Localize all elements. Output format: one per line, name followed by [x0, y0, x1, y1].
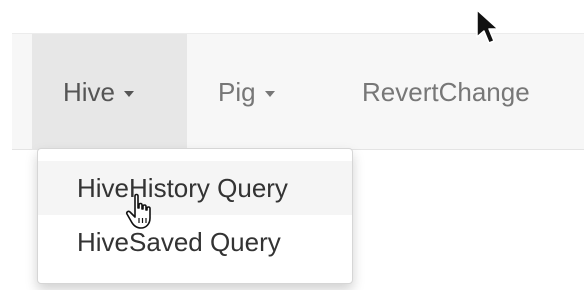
app-window: Hive Pig RevertChange HiveHistory Query …: [0, 0, 584, 290]
nav-pig-label: Pig: [218, 76, 256, 107]
hand-cursor-icon: [125, 193, 151, 229]
menu-item-label: HiveHistory Query: [77, 172, 288, 203]
nav-hive-dropdown[interactable]: Hive: [32, 34, 187, 150]
arrow-cursor-icon: [476, 9, 499, 44]
caret-down-icon: [264, 90, 275, 97]
navbar: Hive Pig RevertChange: [12, 33, 584, 150]
menu-item-label: HiveSaved Query: [77, 226, 281, 257]
menu-item-hive-history-query[interactable]: HiveHistory Query: [38, 161, 352, 215]
hive-dropdown-menu: HiveHistory Query HiveSaved Query: [37, 148, 353, 284]
menu-item-hive-saved-query[interactable]: HiveSaved Query: [38, 215, 352, 269]
nav-hive-label: Hive: [63, 76, 116, 107]
nav-revert-change[interactable]: RevertChange: [362, 34, 530, 150]
caret-down-icon: [124, 90, 135, 97]
nav-pig-dropdown[interactable]: Pig: [218, 34, 275, 150]
nav-revert-change-label: RevertChange: [362, 76, 530, 107]
